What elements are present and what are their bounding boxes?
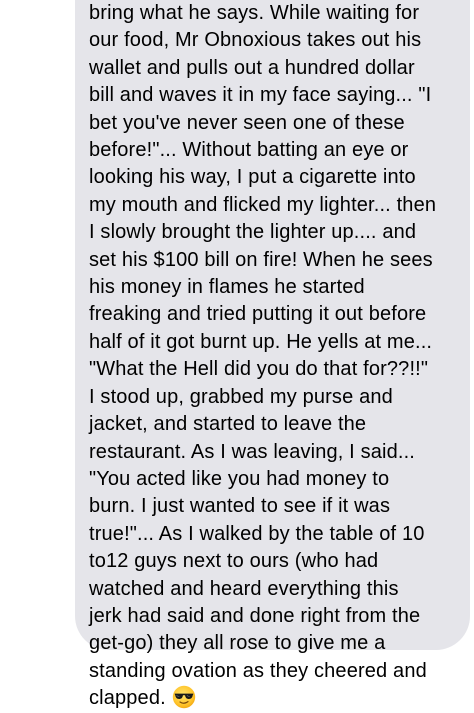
message-line: his money in flames he started — [89, 276, 365, 299]
message-line: set his $100 bill on fire! When he sees — [89, 248, 433, 271]
message-line: freaking and tried putting it out before — [89, 303, 427, 326]
message-line: "What the Hell did you do that for??!!" — [89, 358, 429, 381]
message-line: our food, Mr Obnoxious takes out his — [89, 29, 422, 52]
message-line: looking his way, I put a cigarette into — [89, 166, 416, 189]
message-line: half of it got burnt up. He yells at me.… — [89, 330, 433, 353]
message-line: get-go) they all rose to give me a — [89, 632, 386, 655]
message-line: to12 guys next to ours (who had — [89, 550, 379, 573]
message-line: jerk had said and done right from the — [89, 604, 421, 627]
message-line: I slowly brought the lighter up.... and — [89, 221, 417, 244]
message-line: clapped. — [89, 687, 166, 710]
message-line: bring what he says. While waiting for — [89, 2, 420, 24]
message-text: bring what he says. While waiting for ou… — [89, 0, 461, 713]
message-line: wallet and pulls out a hundred dollar — [89, 56, 415, 79]
smiling-face-with-sunglasses-icon — [172, 685, 196, 709]
message-last-line: clapped. — [89, 685, 461, 712]
message-line: my mouth and flicked my lighter... then — [89, 193, 437, 216]
message-line: before!"... Without batting an eye or — [89, 139, 409, 162]
message-line: "You acted like you had money to — [89, 467, 390, 490]
message-line: jacket, and started to leave the — [89, 413, 367, 436]
message-line: bill and waves it in my face saying... "… — [89, 84, 432, 107]
message-line: burn. I just wanted to see if it was — [89, 495, 391, 518]
message-line: bet you've never seen one of these — [89, 111, 405, 134]
message-line: watched and heard everything this — [89, 577, 399, 600]
conversation-screen: bring what he says. While waiting for ou… — [0, 0, 474, 709]
message-line: I stood up, grabbed my purse and — [89, 385, 393, 408]
message-line: true!"... As I walked by the table of 10 — [89, 522, 425, 545]
message-line: restaurant. As I was leaving, I said... — [89, 440, 416, 463]
